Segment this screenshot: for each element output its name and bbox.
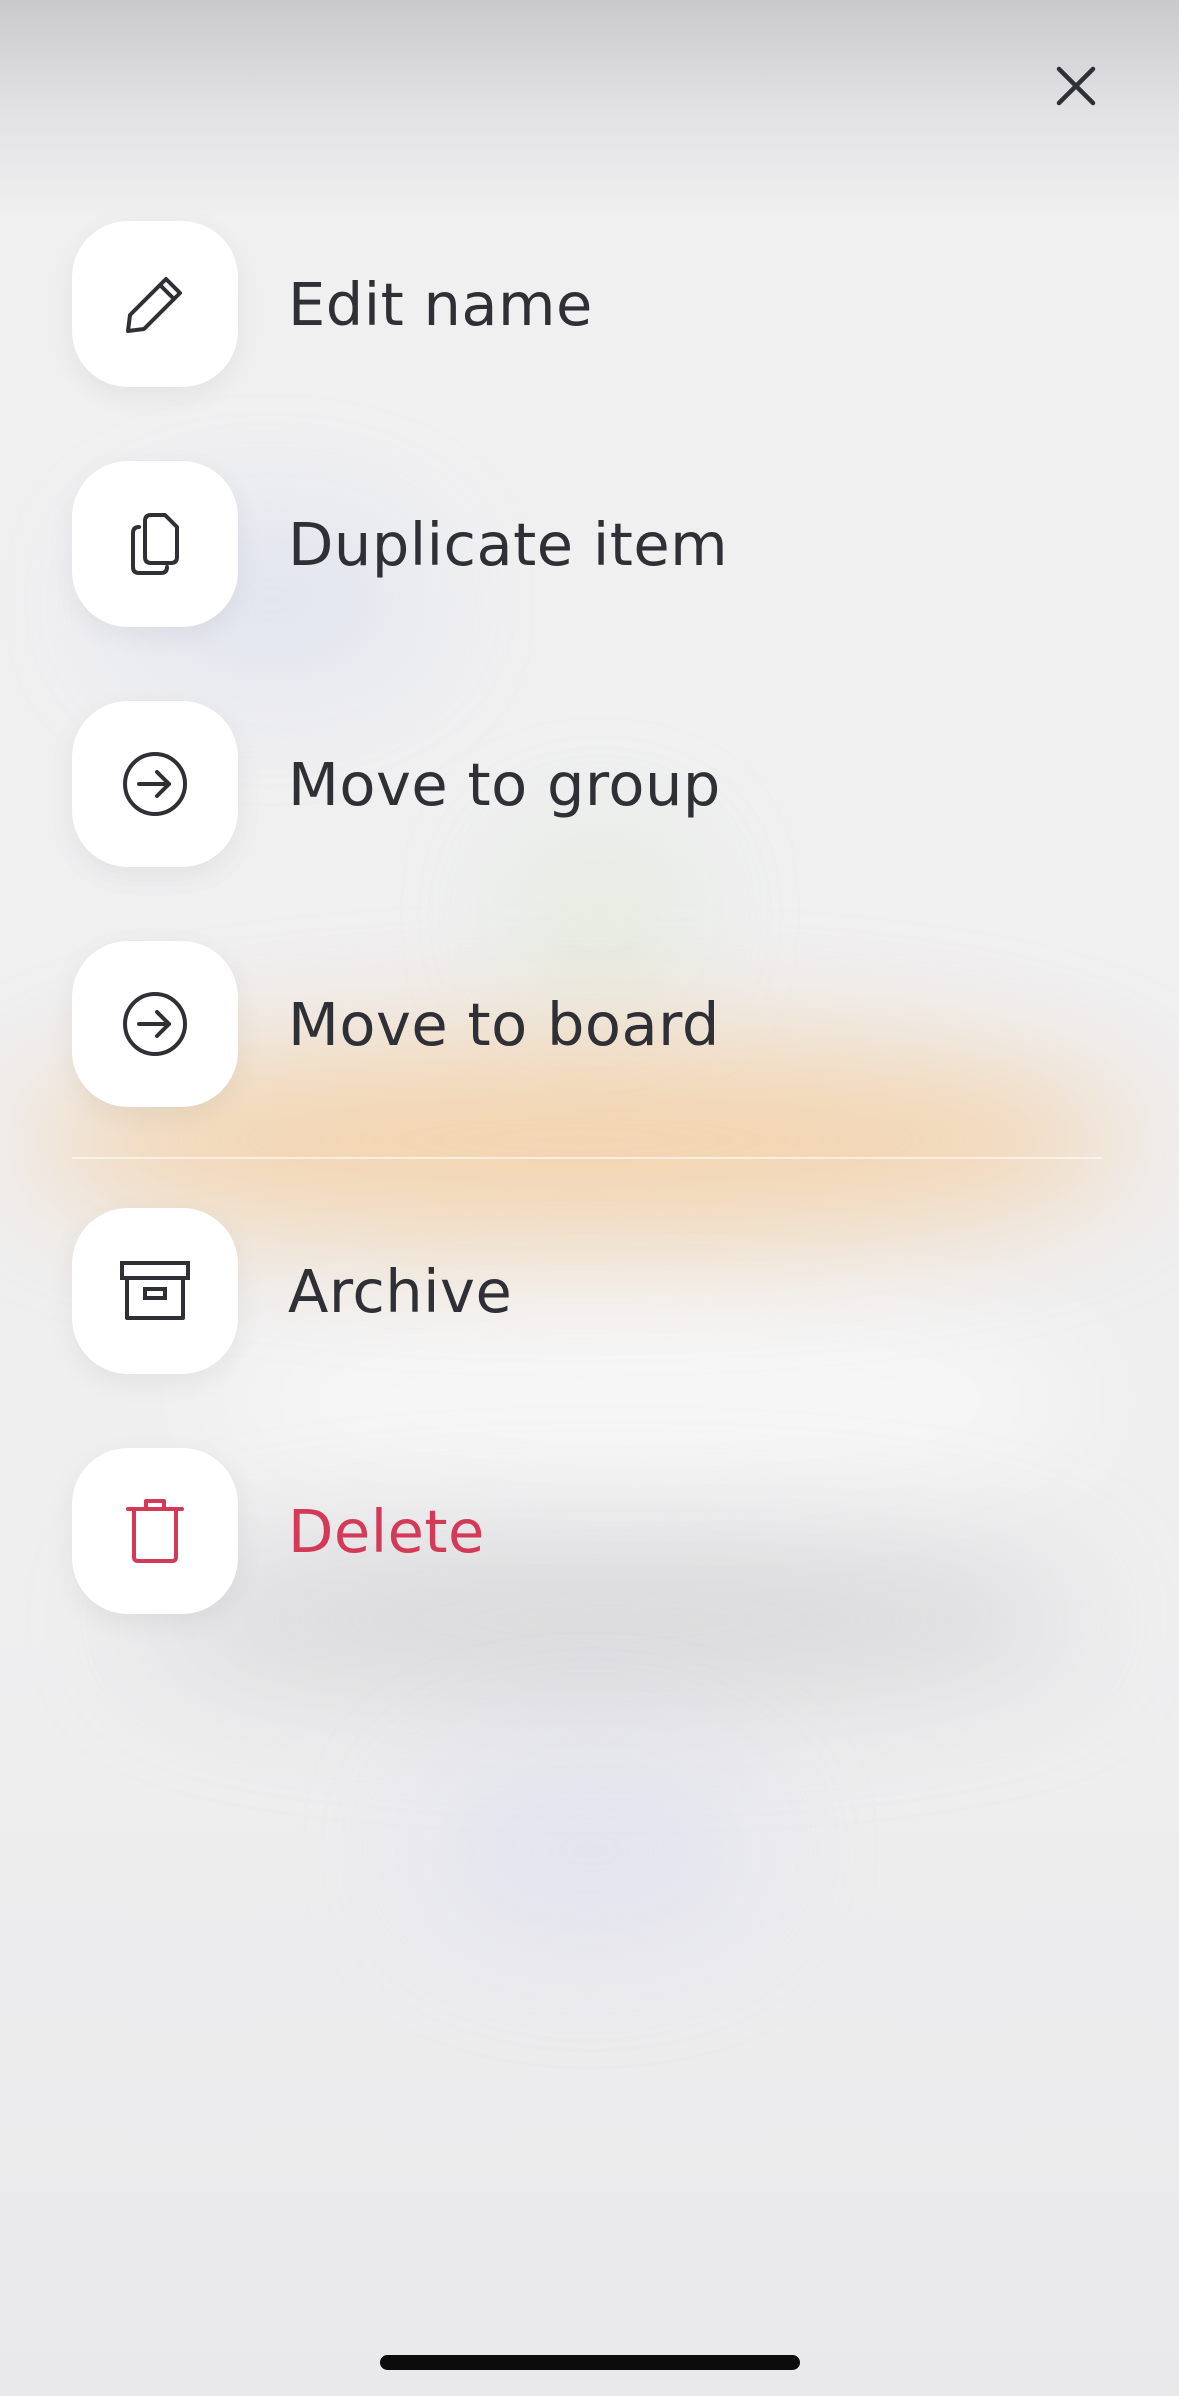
icon-tile — [72, 941, 238, 1107]
menu-item-move-to-board[interactable]: Move to board — [72, 941, 720, 1107]
copy-icon — [131, 513, 179, 575]
archive-box-icon — [120, 1261, 190, 1320]
icon-tile — [72, 1208, 238, 1374]
close-icon — [1056, 66, 1096, 106]
menu-item-move-to-group[interactable]: Move to group — [72, 701, 721, 867]
menu-item-delete[interactable]: Delete — [72, 1448, 485, 1614]
menu-item-label: Edit name — [288, 269, 593, 339]
menu-item-label: Move to board — [288, 989, 720, 1059]
menu-item-archive[interactable]: Archive — [72, 1208, 512, 1374]
menu-item-edit-name[interactable]: Edit name — [72, 221, 593, 387]
trash-icon — [126, 1499, 184, 1563]
backdrop-glow — [420, 1760, 760, 1940]
arrow-right-circle-icon — [123, 752, 187, 816]
menu-item-label: Move to group — [288, 749, 721, 819]
pencil-icon — [126, 277, 182, 333]
arrow-right-circle-icon — [123, 992, 187, 1056]
icon-tile — [72, 701, 238, 867]
menu-item-duplicate-item[interactable]: Duplicate item — [72, 461, 728, 627]
home-indicator — [380, 2355, 800, 2370]
icon-tile — [72, 221, 238, 387]
icon-tile — [72, 461, 238, 627]
close-button[interactable] — [1046, 56, 1106, 116]
menu-item-label: Archive — [288, 1256, 513, 1326]
icon-tile — [72, 1448, 238, 1614]
menu-item-label: Delete — [288, 1496, 485, 1566]
menu-item-label: Duplicate item — [288, 509, 729, 579]
menu-divider — [72, 1157, 1102, 1159]
